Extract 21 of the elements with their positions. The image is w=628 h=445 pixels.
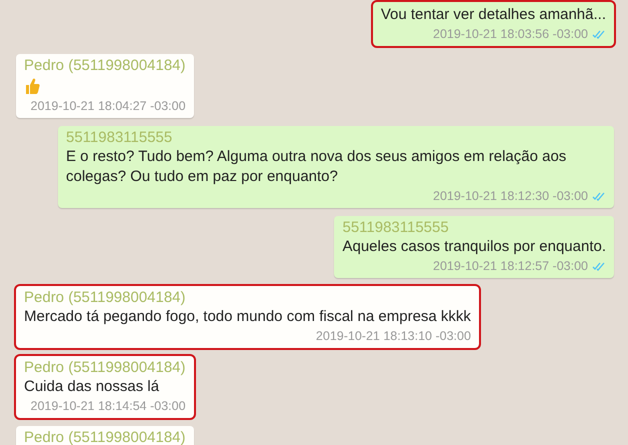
double-check-icon [592, 262, 606, 271]
double-check-icon [592, 192, 606, 201]
sender-name: Pedro (5511998004184) [24, 57, 186, 75]
message-time: 2019-10-21 18:04:27 -03:00 [30, 99, 186, 114]
message-text: Cuida das nossas lá [24, 377, 160, 397]
sender-name: Pedro (5511998004184) [24, 429, 186, 445]
message-text: Aqueles casos tranquilos por enquanto. [342, 237, 606, 257]
thumbs-up-icon [24, 77, 40, 95]
sender-name: 5511983115555 [66, 129, 174, 147]
message-time: 2019-10-21 18:12:57 -03:00 [433, 259, 588, 274]
sender-name: Pedro (5511998004184) [24, 289, 187, 307]
sender-name: Pedro (5511998004184) [24, 359, 186, 377]
message-text: E o resto? Tudo bem? Alguma outra nova dos seus amigos em relação aos colegas? Ou tudo em paz por enquanto? [66, 147, 568, 187]
message-time: 2019-10-21 18:12:30 -03:00 [433, 189, 588, 204]
double-check-icon [592, 30, 606, 39]
message-text: Mercado tá pegando fogo, todo mundo com fiscal na empresa kkkk [24, 307, 471, 327]
message-time: 2019-10-21 18:13:10 -03:00 [316, 329, 471, 344]
sender-name: 5511983115555 [342, 219, 450, 237]
message-text: Vou tentar ver detalhes amanhã... [380, 5, 606, 25]
message-time: 2019-10-21 18:14:54 -03:00 [30, 399, 186, 414]
message-time: 2019-10-21 18:03:56 -03:00 [433, 27, 588, 42]
